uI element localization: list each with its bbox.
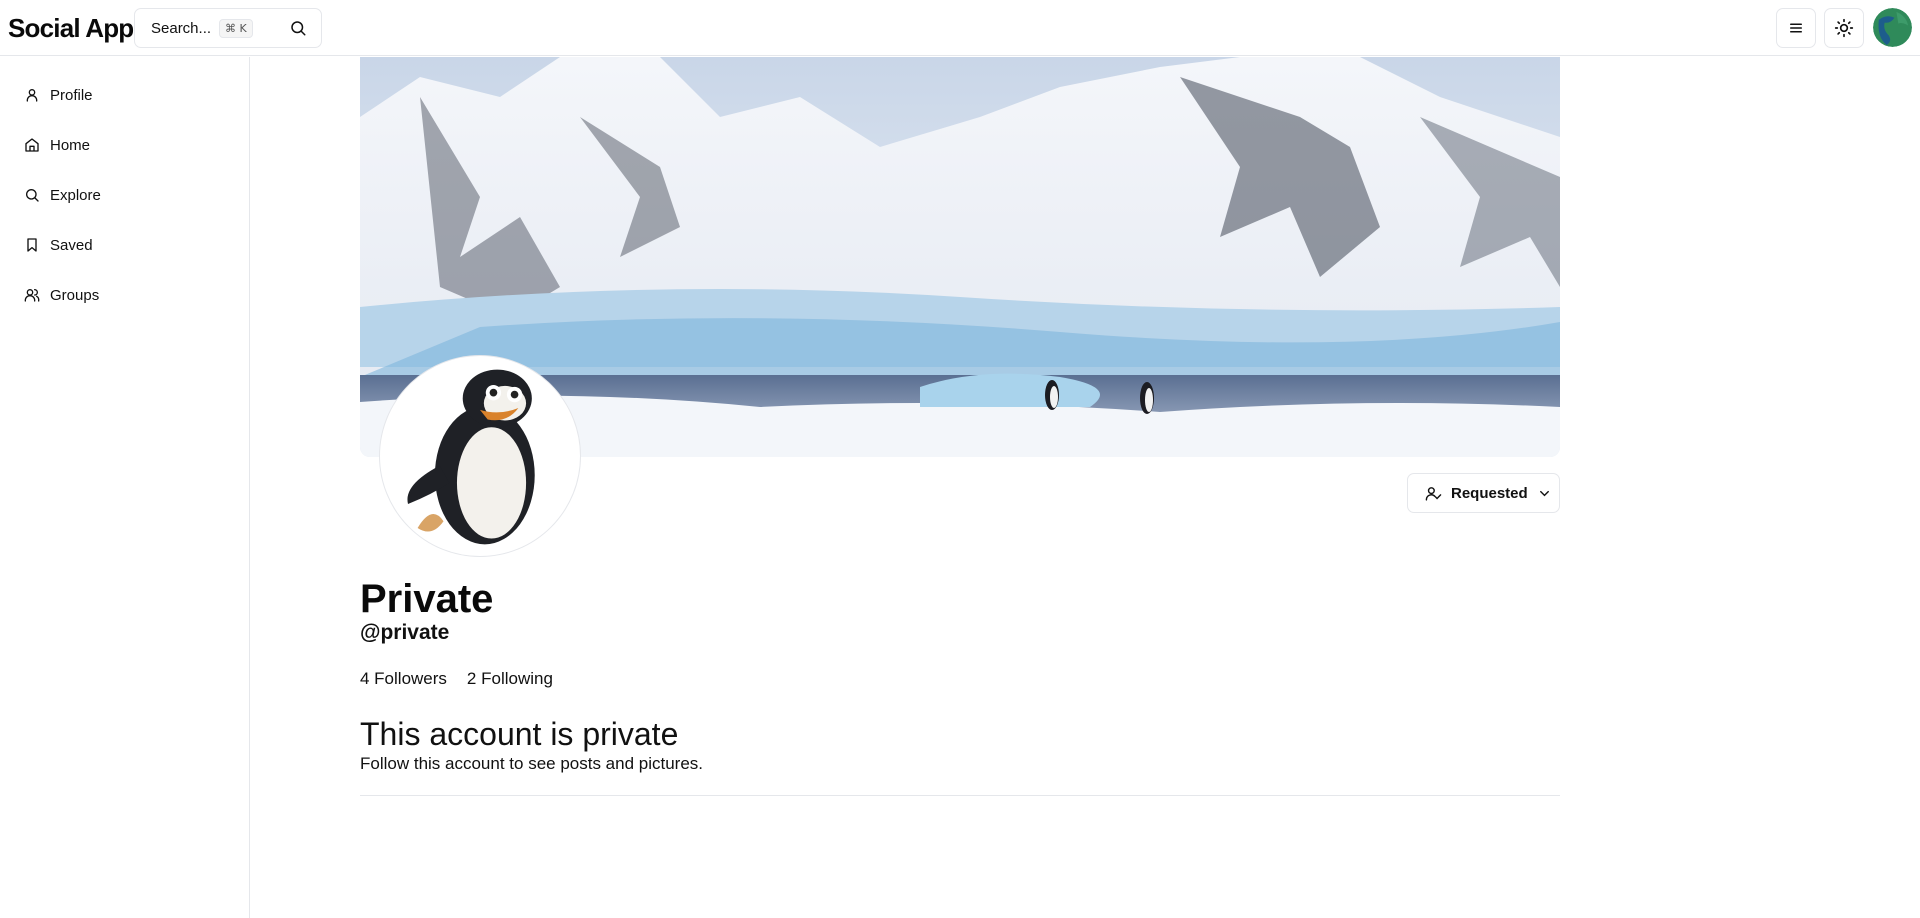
user-icon: [26, 89, 38, 102]
chevron-down-icon: [1539, 490, 1549, 496]
search-icon: [291, 21, 306, 36]
profile-display-name: Private: [360, 577, 494, 621]
users-icon: [24, 289, 40, 302]
bookmark-icon: [27, 238, 37, 252]
sidebar-item-label: Saved: [50, 236, 93, 254]
private-account-subtitle: Follow this account to see posts and pic…: [360, 754, 704, 773]
sidebar-item-groups[interactable]: Groups: [24, 284, 99, 306]
sidebar-item-label: Profile: [50, 86, 93, 104]
sun-icon: [1834, 18, 1854, 38]
profile-stats: 4 Followers 2 Following: [360, 669, 553, 689]
theme-toggle-button[interactable]: [1824, 8, 1864, 48]
search-shortcut-badge: ⌘ K: [219, 18, 253, 38]
search-placeholder: Search...: [151, 19, 212, 37]
sidebar-item-label: Explore: [50, 186, 101, 204]
follow-requested-button[interactable]: Requested: [1407, 473, 1560, 513]
top-bar: Social App Search... ⌘ K: [0, 0, 1920, 56]
sidebar-item-home[interactable]: Home: [24, 134, 90, 156]
user-avatar[interactable]: [1873, 8, 1912, 47]
follow-button-label: Requested: [1451, 484, 1528, 502]
followers-count[interactable]: 4 Followers: [360, 669, 447, 689]
home-icon: [25, 138, 39, 152]
search-icon: [26, 189, 39, 202]
sidebar-item-label: Home: [50, 136, 91, 154]
section-divider: [360, 795, 1560, 796]
search-input[interactable]: Search... ⌘ K: [134, 8, 322, 48]
sidebar-item-explore[interactable]: Explore: [24, 184, 101, 206]
menu-button[interactable]: [1776, 8, 1816, 48]
following-count[interactable]: 2 Following: [467, 669, 553, 689]
private-account-title: This account is private: [360, 716, 679, 752]
sidebar-item-saved[interactable]: Saved: [24, 234, 93, 256]
sidebar-item-label: Groups: [50, 286, 100, 304]
app-logo[interactable]: Social App: [8, 12, 134, 44]
profile-handle: @private: [360, 621, 450, 644]
profile-avatar: [380, 356, 580, 556]
sidebar-item-profile[interactable]: Profile: [24, 84, 93, 106]
user-check-icon: [1425, 486, 1442, 501]
sidebar: Profile Home Explore Saved Groups: [0, 57, 250, 918]
menu-icon: [1790, 23, 1802, 33]
